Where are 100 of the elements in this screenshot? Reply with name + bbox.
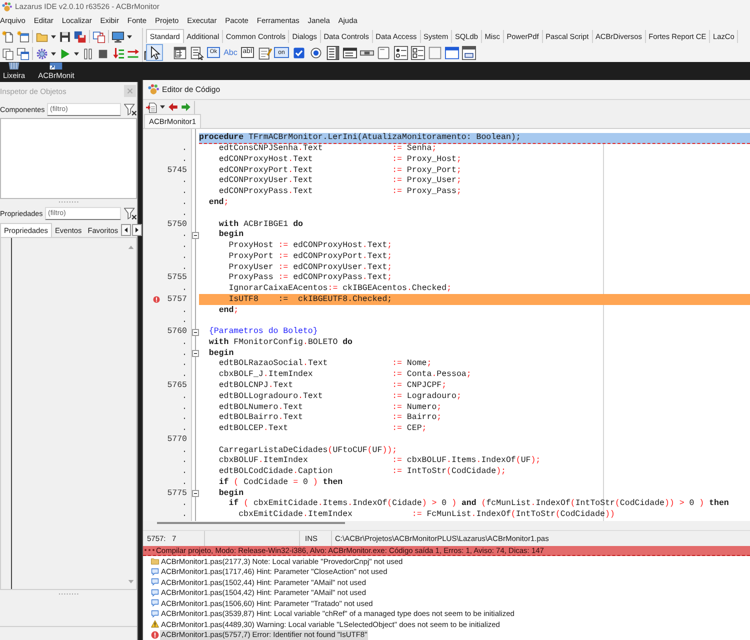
paw-icon: [148, 84, 159, 95]
code-line: := CNPJCPF;: [392, 380, 447, 391]
code-line: edtBOLCEP.Text: [218, 424, 288, 434]
minus-box-icon[interactable]: [192, 328, 199, 336]
line-number: .: [182, 359, 187, 370]
line-number: 5745: [167, 166, 187, 176]
line-number: .: [182, 348, 187, 359]
line-number: 5760: [167, 327, 187, 338]
combo-list-icon: [342, 46, 356, 60]
line-number: 5757: [167, 294, 187, 305]
line-number: .: [182, 510, 187, 520]
code-line: := Nome;: [392, 359, 432, 370]
line-number: .: [182, 144, 187, 154]
minus-box-icon[interactable]: [192, 232, 199, 239]
code-line: edtConsCNPJSenha.Text: [218, 144, 323, 154]
caret-icon[interactable]: [51, 34, 56, 38]
action-window-icon: [462, 46, 476, 60]
caret-icon[interactable]: [74, 52, 79, 56]
monitor-icon[interactable]: [112, 30, 124, 42]
scrollbar-thumb[interactable]: [157, 522, 345, 524]
radio-group-tool[interactable]: [393, 44, 408, 60]
code-line: end;: [218, 306, 239, 316]
code-line: := Logradouro;: [392, 392, 462, 402]
code-line: end;: [208, 198, 229, 208]
document-sparkle-icon[interactable]: [2, 30, 14, 42]
checkbox-icon: [292, 46, 306, 60]
code-line: cbxEmitCidade.ItemIndex: [238, 510, 352, 520]
action-list-tool[interactable]: [461, 44, 476, 60]
window-swap-icon[interactable]: [93, 30, 105, 42]
line-number: .: [182, 446, 187, 456]
code-line: edtBOLCNPJ.Text: [218, 380, 294, 391]
forward-arrow-icon[interactable]: [181, 102, 191, 112]
floppy-disks-icon[interactable]: [74, 30, 86, 42]
line-number: 5770: [167, 434, 187, 445]
caret-icon[interactable]: [51, 52, 56, 56]
filter-clear-icon[interactable]: [124, 207, 137, 220]
code-line: {Parametros do Boleto}: [208, 327, 318, 338]
frame-tool[interactable]: [444, 44, 459, 60]
code-line: := Proxy_Pass;: [392, 187, 462, 198]
code-line: := Numero;: [392, 402, 442, 413]
code-line: := Conta.Pessoa;: [392, 370, 472, 380]
line-number: .: [182, 230, 187, 240]
code-line: := IntToStr(CodCidade);: [392, 467, 506, 478]
stop-icon[interactable]: [97, 48, 109, 60]
list-icon: [326, 46, 340, 60]
popup-menu-icon: [190, 46, 204, 60]
code-line: CarregarListaDeCidades(UFtoCUF(UF));: [218, 446, 398, 456]
code-line: cbxBOLUF.ItemIndex: [218, 456, 308, 466]
line-number: .: [182, 176, 187, 186]
code-line: ProxyPort := edCONProxyPort.Text;: [228, 252, 392, 262]
notepad-icon: [258, 46, 272, 60]
windows-icon[interactable]: [17, 48, 29, 60]
list-box-tool[interactable]: [325, 44, 340, 60]
bent-arrow-icon[interactable]: [127, 48, 139, 60]
main-menu-tool[interactable]: [172, 44, 187, 60]
window-frame-icon: [444, 46, 458, 60]
caret-icon[interactable]: [127, 34, 132, 38]
code-line: if ( CodCidade = 0 ) then: [218, 478, 343, 488]
check-group-tool[interactable]: [410, 44, 425, 60]
code-line: with ACBrIBGE1 do: [218, 220, 303, 230]
down-arrow-bars-icon[interactable]: [112, 48, 124, 60]
line-number: .: [182, 402, 187, 413]
minus-box-icon[interactable]: [192, 350, 199, 358]
code-line: := FcMunList.IndexOf(IntToStr(CodCidade)): [412, 510, 615, 520]
caret-icon[interactable]: [160, 105, 165, 109]
pointer-tool[interactable]: [146, 44, 163, 61]
line-number: .: [182, 241, 187, 252]
window-sparkle-icon[interactable]: [17, 30, 29, 42]
procedure-header: procedure TFrmACBrMonitor.LerIni(AtualizaMonitoramento: Boolean);: [199, 133, 750, 144]
line-number: 5775: [167, 488, 187, 499]
documents-icon[interactable]: [2, 48, 14, 60]
code-line: edtBOLLogradouro.Text: [218, 392, 323, 402]
code-line: ProxyUser := edCONProxyUser.Text;: [228, 262, 392, 273]
filter-clear-icon[interactable]: [124, 102, 137, 116]
warning-icon: [151, 620, 159, 628]
code-line: IgnorarCaixaEAcentos:= ckIBGEAcentos.Checked;: [228, 284, 452, 294]
ellipsis-icon: [144, 548, 155, 552]
group-box-tool[interactable]: [376, 44, 391, 60]
label-tool[interactable]: Abc: [223, 44, 238, 60]
code-line: begin: [218, 230, 244, 240]
code-line: edtBOLNumero.Text: [218, 402, 303, 413]
code-line: with FMonitorConfig.BOLETO do: [208, 338, 352, 348]
back-arrow-icon[interactable]: [168, 102, 178, 112]
code-line: edCONProxyPort.Text: [218, 166, 313, 176]
line-number: .: [182, 499, 187, 510]
line-number: .: [182, 467, 187, 478]
document-arrow-icon[interactable]: [146, 102, 157, 112]
pause-icon[interactable]: [82, 48, 94, 60]
gear-icon[interactable]: [36, 48, 48, 60]
radio-list-icon: [394, 46, 408, 60]
popup-menu-tool[interactable]: [189, 44, 204, 60]
code-line: begin: [208, 348, 234, 359]
code-line: := cbxBOLUF.Items.IndexOf(UF);: [392, 456, 541, 466]
code-line: edCONProxyPass.Text: [218, 187, 313, 198]
line-number: 5755: [167, 273, 187, 284]
line-number: .: [182, 456, 187, 466]
code-line: begin: [218, 488, 244, 498]
bin-icon[interactable]: [7, 62, 22, 70]
shortcut-icon[interactable]: [49, 62, 64, 70]
minus-box-icon[interactable]: [192, 490, 199, 498]
